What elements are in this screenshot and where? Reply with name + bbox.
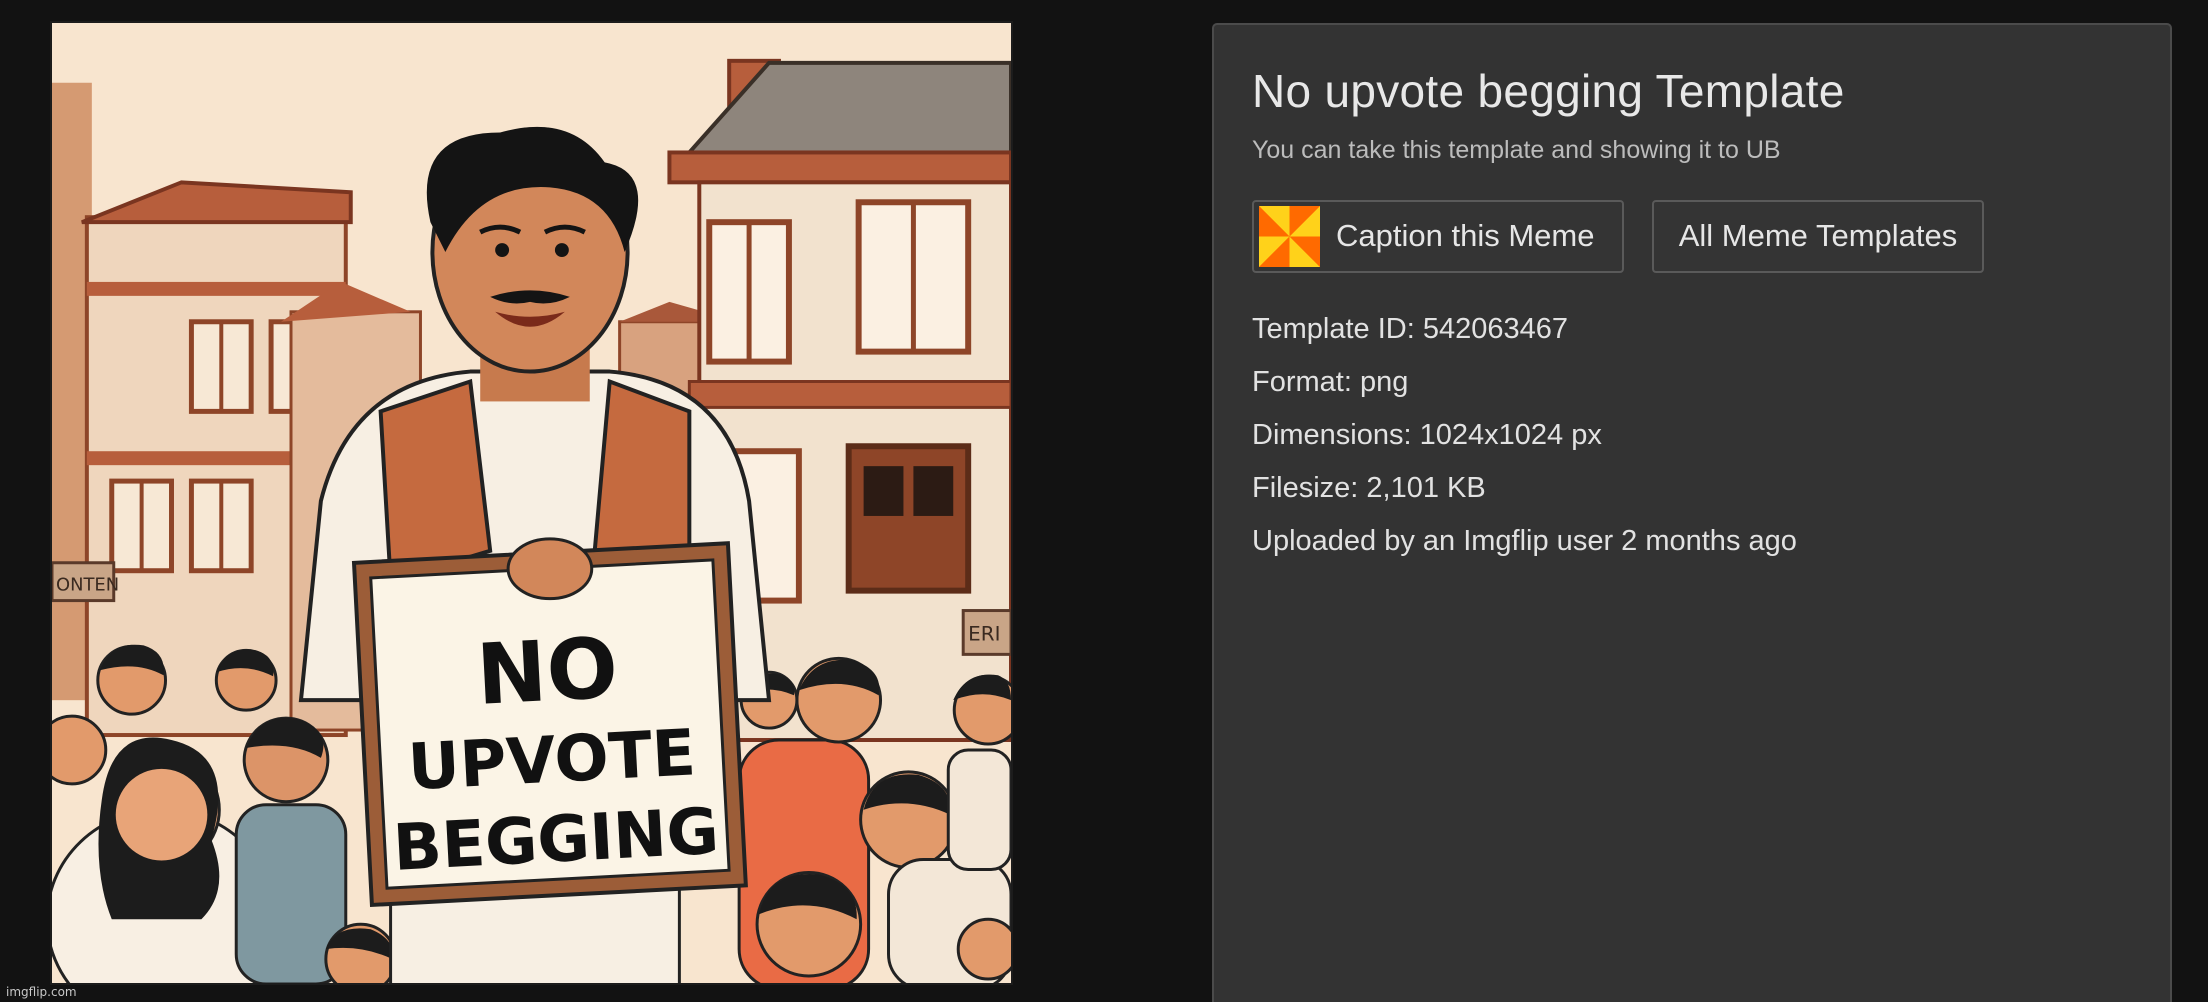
storefront-sign-right: ERI xyxy=(968,622,1000,645)
uploaded-by: Uploaded by an Imgflip user 2 months ago xyxy=(1252,524,1797,557)
action-buttons: Caption this Meme All Meme Templates xyxy=(1252,199,2132,273)
caption-this-meme-button[interactable]: Caption this Meme xyxy=(1252,199,1624,273)
protest-sign: NO UPVOTE BEGGING xyxy=(351,537,748,908)
template-info-panel: No upvote begging Template You can take … xyxy=(1212,23,2172,1002)
template-title: No upvote begging Template xyxy=(1252,65,1845,117)
template-description: You can take this template and showing i… xyxy=(1252,135,1781,164)
watermark: imgflip.com xyxy=(6,985,77,999)
template-page: ONTEN ERI NO UPVOTE BEGGING imgflip.com … xyxy=(0,0,2208,1002)
template-format: Format: png xyxy=(1252,365,1409,398)
template-id: Template ID: 542063467 xyxy=(1252,312,1568,345)
meme-illustration: ONTEN ERI NO UPVOTE BEGGING xyxy=(52,23,1011,983)
template-filesize: Filesize: 2,101 KB xyxy=(1252,471,1486,504)
template-metadata: Template ID: 542063467 Format: png Dimen… xyxy=(1252,311,2132,576)
all-meme-templates-button[interactable]: All Meme Templates xyxy=(1652,199,1984,273)
storefront-sign-left: ONTEN xyxy=(56,575,119,596)
meme-image[interactable]: ONTEN ERI NO UPVOTE BEGGING xyxy=(50,21,1013,985)
sign-line-2: UPVOTE xyxy=(406,716,697,805)
pinwheel-icon xyxy=(1259,205,1320,267)
template-dimensions: Dimensions: 1024x1024 px xyxy=(1252,418,1602,451)
sign-line-1: NO xyxy=(474,619,620,724)
all-templates-button-label: All Meme Templates xyxy=(1678,218,1958,254)
caption-button-label: Caption this Meme xyxy=(1336,218,1595,254)
